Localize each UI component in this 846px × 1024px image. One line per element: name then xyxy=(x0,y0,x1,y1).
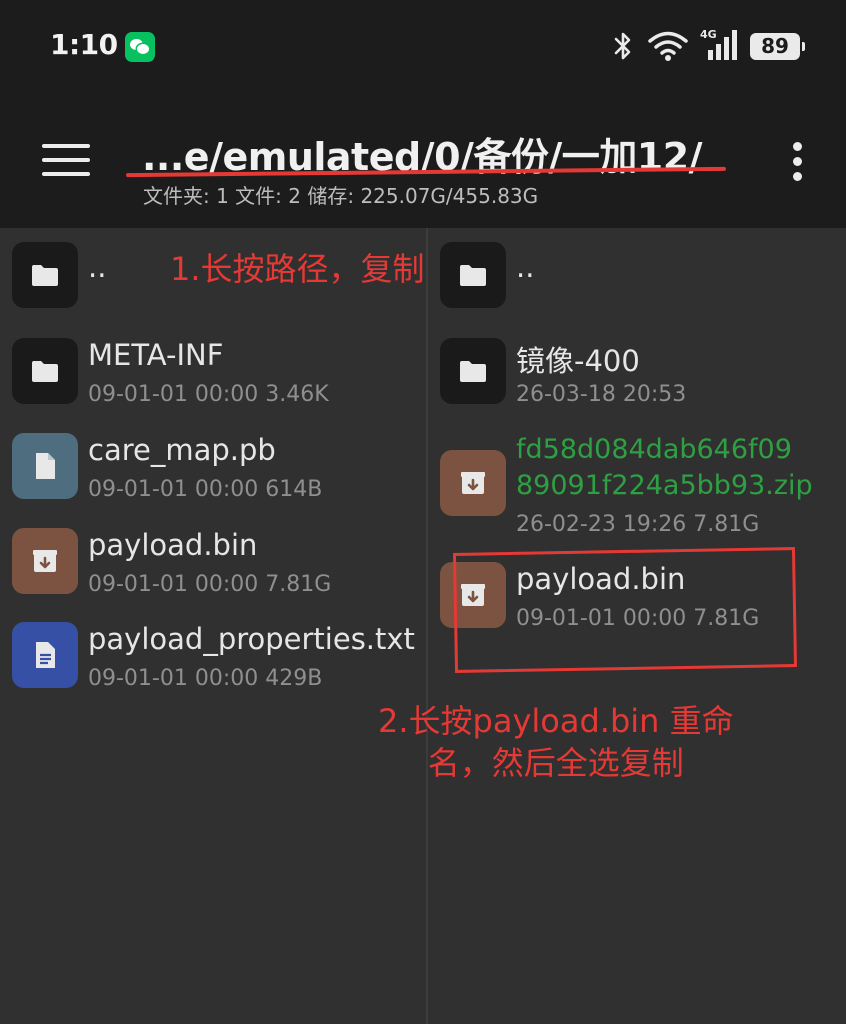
network-type: 4G xyxy=(700,28,717,41)
file-name: payload_properties.txt xyxy=(88,622,415,656)
file-meta: 26-02-23 19:26 7.81G xyxy=(516,512,760,537)
menu-icon[interactable] xyxy=(42,144,90,178)
list-item[interactable]: payload.bin 09-01-01 00:00 7.81G xyxy=(12,528,412,618)
folder-icon xyxy=(440,338,506,404)
folder-icon xyxy=(12,338,78,404)
file-name: META-INF xyxy=(88,338,224,372)
annotation-step2: 2.长按payload.bin 重命 名，然后全选复制 xyxy=(378,700,734,784)
list-item[interactable]: payload_properties.txt 09-01-01 00:00 42… xyxy=(12,622,422,712)
wechat-icon xyxy=(125,32,155,62)
file-name: 镜像-400 xyxy=(516,344,640,378)
file-meta: 09-01-01 00:00 3.46K xyxy=(88,382,329,407)
status-time: 1:10 xyxy=(50,28,118,61)
file-meta: 09-01-01 00:00 614B xyxy=(88,477,323,502)
annotation-highlight-box xyxy=(452,547,798,673)
status-bar: 1:10 4G 89 xyxy=(0,0,846,96)
cellular-signal-icon: 4G xyxy=(700,28,740,62)
annotation-step2-line1: 2.长按payload.bin 重命 xyxy=(378,702,734,740)
list-item[interactable]: care_map.pb 09-01-01 00:00 614B xyxy=(12,433,412,523)
more-options-icon[interactable] xyxy=(787,142,809,182)
file-name: .. xyxy=(88,250,107,284)
file-name: care_map.pb xyxy=(88,433,276,467)
file-icon xyxy=(12,433,78,499)
archive-icon xyxy=(440,450,506,516)
file-name: .. xyxy=(516,250,535,284)
wifi-icon xyxy=(648,30,688,62)
annotation-step2-line2: 名，然后全选复制 xyxy=(427,744,684,782)
text-file-icon xyxy=(12,622,78,688)
folder-icon xyxy=(440,242,506,308)
left-file-pane[interactable]: .. META-INF 09-01-01 00:00 3.46K care_ma… xyxy=(0,228,426,1024)
folder-icon xyxy=(12,242,78,308)
zip-name-line2: 89091f224a5bb93.zip xyxy=(516,470,813,501)
file-meta: 09-01-01 00:00 7.81G xyxy=(88,572,332,597)
zip-name-line1: fd58d084dab646f09 xyxy=(516,434,792,465)
bluetooth-icon xyxy=(612,30,634,69)
file-meta: 09-01-01 00:00 429B xyxy=(88,666,323,691)
app-toolbar: ...e/emulated/0/备份/一加12/ 文件夹: 1 文件: 2 储存… xyxy=(0,96,846,228)
archive-icon xyxy=(12,528,78,594)
annotation-step1: 1.长按路径，复制 xyxy=(170,250,425,288)
list-item[interactable]: fd58d084dab646f09 89091f224a5bb93.zip 26… xyxy=(440,432,844,542)
list-item[interactable]: 镜像-400 26-03-18 20:53 xyxy=(440,338,840,428)
battery-icon: 89 xyxy=(750,33,805,60)
file-name: payload.bin xyxy=(88,528,258,562)
list-item[interactable]: META-INF 09-01-01 00:00 3.46K xyxy=(12,338,412,428)
file-meta: 26-03-18 20:53 xyxy=(516,382,687,407)
list-item-parent[interactable]: .. xyxy=(440,242,840,332)
storage-summary: 文件夹: 1 文件: 2 储存: 225.07G/455.83G xyxy=(143,184,539,208)
